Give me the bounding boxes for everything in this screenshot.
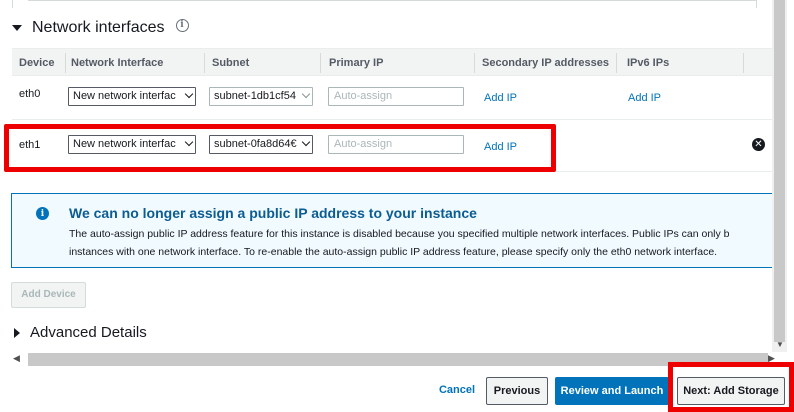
previous-button[interactable]: Previous [486, 377, 548, 405]
network-interface-select[interactable]: New network interfac [68, 135, 196, 154]
scroll-left-arrow-icon[interactable]: ◀ [13, 353, 20, 364]
next-add-storage-button[interactable]: Next: Add Storage [677, 377, 785, 405]
remove-interface-icon[interactable]: ✕ [752, 138, 765, 151]
info-icon: i [36, 207, 49, 220]
column-header-network-interface: Network Interface [71, 57, 164, 69]
advanced-details-toggle[interactable]: Advanced Details [14, 324, 147, 341]
caret-down-icon [12, 25, 22, 31]
caret-right-icon [14, 327, 20, 338]
cancel-button[interactable]: Cancel [432, 377, 482, 405]
primary-ip-input[interactable]: Auto-assign [328, 135, 464, 154]
alert-message: The auto-assign public IP address featur… [69, 228, 730, 258]
column-header-subnet: Subnet [212, 57, 250, 69]
table-row: eth1 New network interfac subnet-0fa8d64… [12, 120, 772, 172]
scroll-down-arrow-icon[interactable]: ▼ [776, 340, 784, 349]
review-and-launch-button[interactable]: Review and Launch [555, 377, 669, 405]
section-top-border-right [756, 0, 757, 8]
advanced-details-label: Advanced Details [30, 324, 147, 341]
section-title: Network interfaces [32, 19, 165, 36]
add-ipv6-link[interactable]: Add IP [628, 92, 661, 104]
column-header-primary-ip: Primary IP [329, 57, 384, 69]
device-name: eth0 [19, 88, 41, 100]
table-row: eth0 New network interfac subnet-1db1cf5… [12, 76, 772, 120]
add-secondary-ip-link[interactable]: Add IP [484, 141, 517, 153]
section-top-border [28, 0, 756, 1]
alert-title: We can no longer assign a public IP addr… [69, 205, 477, 221]
info-icon[interactable]: i [175, 18, 189, 32]
device-name: eth1 [19, 139, 41, 151]
scrollbar-thumb[interactable] [774, 0, 785, 342]
network-interfaces-header[interactable]: Network interfaces i [12, 16, 189, 40]
add-device-button[interactable]: Add Device [11, 282, 86, 308]
add-secondary-ip-link[interactable]: Add IP [484, 92, 517, 104]
scrollbar-thumb[interactable] [28, 353, 768, 366]
info-alert: i We can no longer assign a public IP ad… [11, 193, 781, 268]
primary-ip-input[interactable]: Auto-assign [328, 87, 464, 106]
horizontal-scrollbar[interactable]: ◀ ▶ [10, 352, 775, 367]
table-header: Device Network Interface Subnet Primary … [12, 48, 772, 76]
column-header-ipv6: IPv6 IPs [627, 57, 670, 69]
subnet-select[interactable]: subnet-0fa8d64€ [209, 135, 313, 154]
subnet-select[interactable]: subnet-1db1cf54 [209, 87, 313, 106]
column-header-secondary-ip: Secondary IP addresses [482, 57, 609, 69]
scroll-right-arrow-icon[interactable]: ▶ [768, 353, 775, 364]
column-header-device: Device [19, 57, 55, 69]
network-interface-select[interactable]: New network interfac [68, 87, 196, 106]
section-top-border-left [12, 0, 13, 8]
vertical-scrollbar[interactable]: ▼ [772, 0, 787, 352]
